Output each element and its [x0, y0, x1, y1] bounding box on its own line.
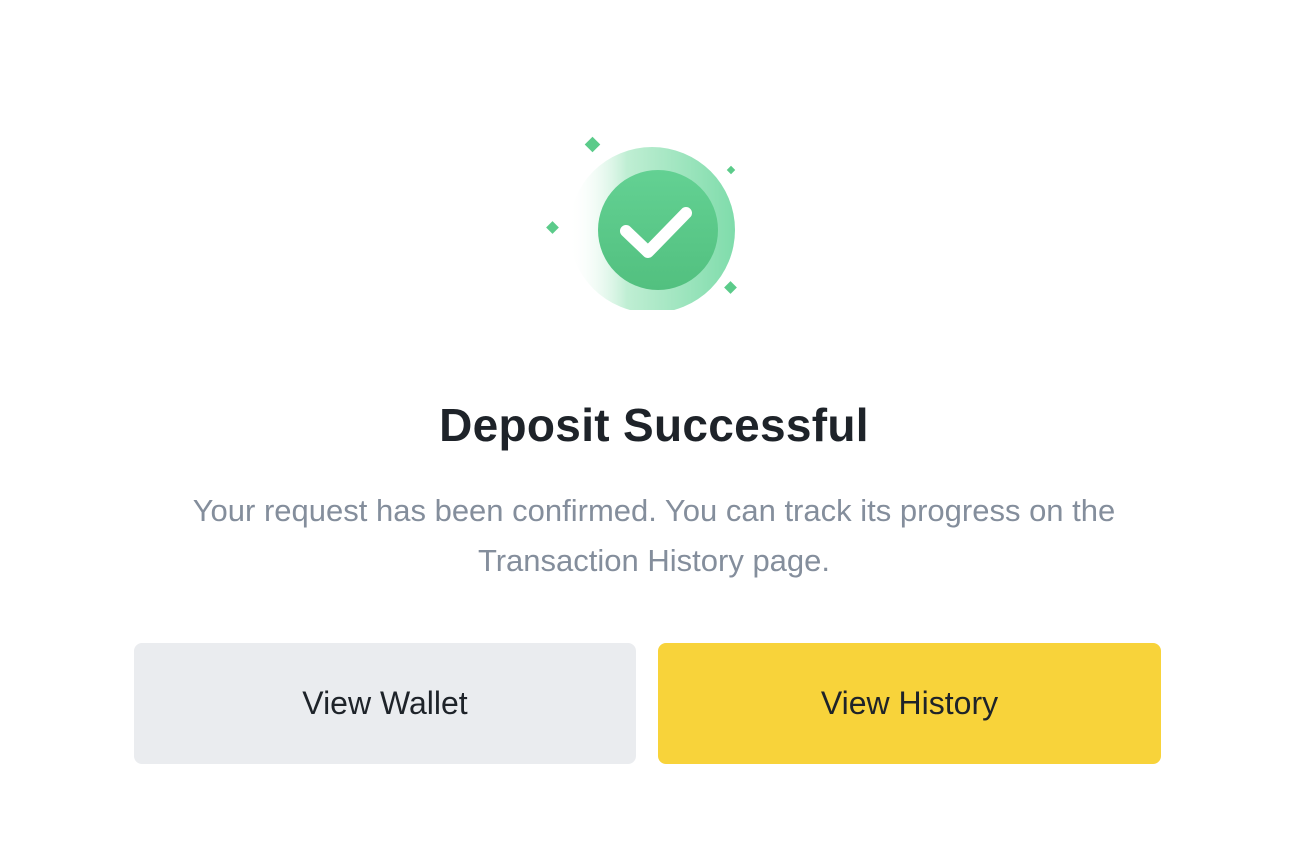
view-wallet-button[interactable]: View Wallet — [134, 643, 636, 764]
dialog-title: Deposit Successful — [439, 399, 869, 451]
view-history-button[interactable]: View History — [658, 643, 1161, 764]
success-check-icon — [540, 130, 750, 310]
dialog-message: Your request has been confirmed. You can… — [192, 493, 1116, 578]
deposit-success-dialog: Deposit Successful Your request has been… — [0, 0, 1308, 860]
